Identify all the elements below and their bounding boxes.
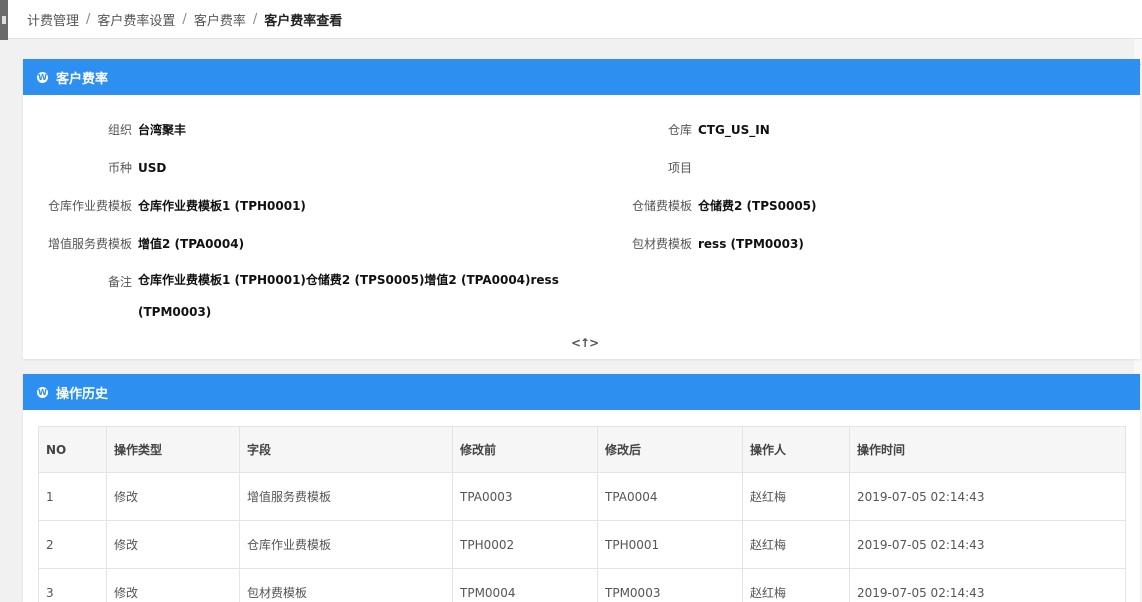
breadcrumb-separator: / [86,11,91,27]
column-header[interactable]: 操作类型 [106,426,240,473]
table-cell: 1 [38,472,107,521]
table-row: 1 修改 增值服务费模板 TPA0003 TPA0004 赵红梅 2019-07… [38,472,1126,521]
column-header[interactable]: 操作时间 [849,426,1126,473]
table-cell: 修改 [106,568,240,602]
gutter-tick [2,16,6,24]
table-cell: 仓库作业费模板 [239,520,453,569]
field-packing-template: 包材费模板 ress (TPM0003) [583,235,804,252]
table-cell: 包材费模板 [239,568,453,602]
field-label: 仓库 [667,123,692,137]
field-op-template: 仓库作业费模板 仓库作业费模板1 (TPH0001) [23,197,306,214]
table-cell: 2019-07-05 02:14:43 [849,568,1126,602]
breadcrumb-item-billing[interactable]: 计费管理 [27,10,79,29]
column-header[interactable]: NO [38,426,107,473]
field-remark: 备注 仓库作业费模板1 (TPH0001)仓储费2 (TPS0005)增值2 (… [23,273,568,328]
table-row: 2 修改 仓库作业费模板 TPH0002 TPH0001 赵红梅 2019-07… [38,520,1126,569]
panel-logo-icon: W [37,386,48,398]
field-currency: 币种 USD [23,159,166,176]
breadcrumb: 计费管理 / 客户费率设置 / 客户费率 / 客户费率查看 [8,0,1142,39]
field-value: 仓库作业费模板1 (TPH0001)仓储费2 (TPS0005)增值2 (TPA… [138,273,559,319]
table-cell: 修改 [106,472,240,521]
field-label: 项目 [667,161,692,175]
column-header[interactable]: 修改前 [452,426,598,473]
table-cell: TPH0001 [597,520,743,569]
table-cell: 3 [38,568,107,602]
column-header[interactable]: 字段 [239,426,453,473]
table-cell: TPM0004 [452,568,598,602]
table-cell: 赵红梅 [742,520,850,569]
table-cell: TPH0002 [452,520,598,569]
field-label: 仓库作业费模板 [47,199,132,213]
table-cell: 修改 [106,520,240,569]
field-label: 增值服务费模板 [47,237,132,251]
table-row: 3 修改 包材费模板 TPM0004 TPM0003 赵红梅 2019-07-0… [38,568,1126,602]
field-project: 项目 [583,159,698,176]
field-value: 仓库作业费模板1 (TPH0001) [138,199,306,213]
column-header[interactable]: 修改后 [597,426,743,473]
breadcrumb-current: 客户费率查看 [264,13,343,29]
breadcrumb-separator: / [182,11,187,27]
field-warehouse: 仓库 CTG_US_IN [583,121,770,138]
field-label: 仓储费模板 [631,199,692,213]
field-value: CTG_US_IN [698,123,770,137]
operation-history-panel-header: W 操作历史 [23,374,1140,410]
breadcrumb-separator: / [252,11,258,27]
field-storage-template: 仓储费模板 仓储费2 (TPS0005) [583,197,817,214]
panel-logo-icon: W [37,71,48,83]
field-value: USD [138,161,167,175]
left-gutter [0,0,8,40]
table-cell: TPM0003 [597,568,743,602]
table-header-row: NO 操作类型 字段 修改前 修改后 操作人 操作时间 [38,426,1126,473]
breadcrumb-item-rate-settings[interactable]: 客户费率设置 [97,10,175,29]
field-label: 组织 [107,123,132,137]
field-org: 组织 台湾聚丰 [23,121,186,138]
breadcrumb-item-customer-rate[interactable]: 客户费率 [194,10,246,29]
history-table-wrap: NO 操作类型 字段 修改前 修改后 操作人 操作时间 1 修改 增值服务费模板… [38,426,1126,602]
customer-rate-panel: W 客户费率 组织 台湾聚丰 仓库 CTG_US_IN 币种 USD 项目 仓库… [23,59,1140,359]
field-value: 仓储费2 (TPS0005) [698,199,817,213]
field-value: ress (TPM0003) [698,237,804,251]
field-label: 币种 [107,161,132,175]
collapse-toggle-icon[interactable]: <↑> [571,336,599,350]
field-value: 台湾聚丰 [138,123,187,137]
table-cell: 2019-07-05 02:14:43 [849,520,1126,569]
table-cell: TPA0004 [597,472,743,521]
panel-title: 操作历史 [56,386,109,402]
table-cell: 增值服务费模板 [239,472,453,521]
customer-rate-panel-header: W 客户费率 [23,59,1140,95]
field-label: 备注 [107,275,132,289]
panel-title: 客户费率 [56,71,109,87]
column-header[interactable]: 操作人 [742,426,850,473]
table-cell: 2019-07-05 02:14:43 [849,472,1126,521]
table-cell: TPA0003 [452,472,598,521]
field-label: 包材费模板 [631,237,692,251]
operation-history-panel: W 操作历史 NO 操作类型 字段 修改前 修改后 操作人 操作时间 1 修改 … [23,374,1140,602]
table-cell: 赵红梅 [742,568,850,602]
table-cell: 赵红梅 [742,472,850,521]
table-cell: 2 [38,520,107,569]
field-vas-template: 增值服务费模板 增值2 (TPA0004) [23,235,244,252]
field-value: 增值2 (TPA0004) [138,237,245,251]
history-table: NO 操作类型 字段 修改前 修改后 操作人 操作时间 1 修改 增值服务费模板… [38,426,1126,602]
